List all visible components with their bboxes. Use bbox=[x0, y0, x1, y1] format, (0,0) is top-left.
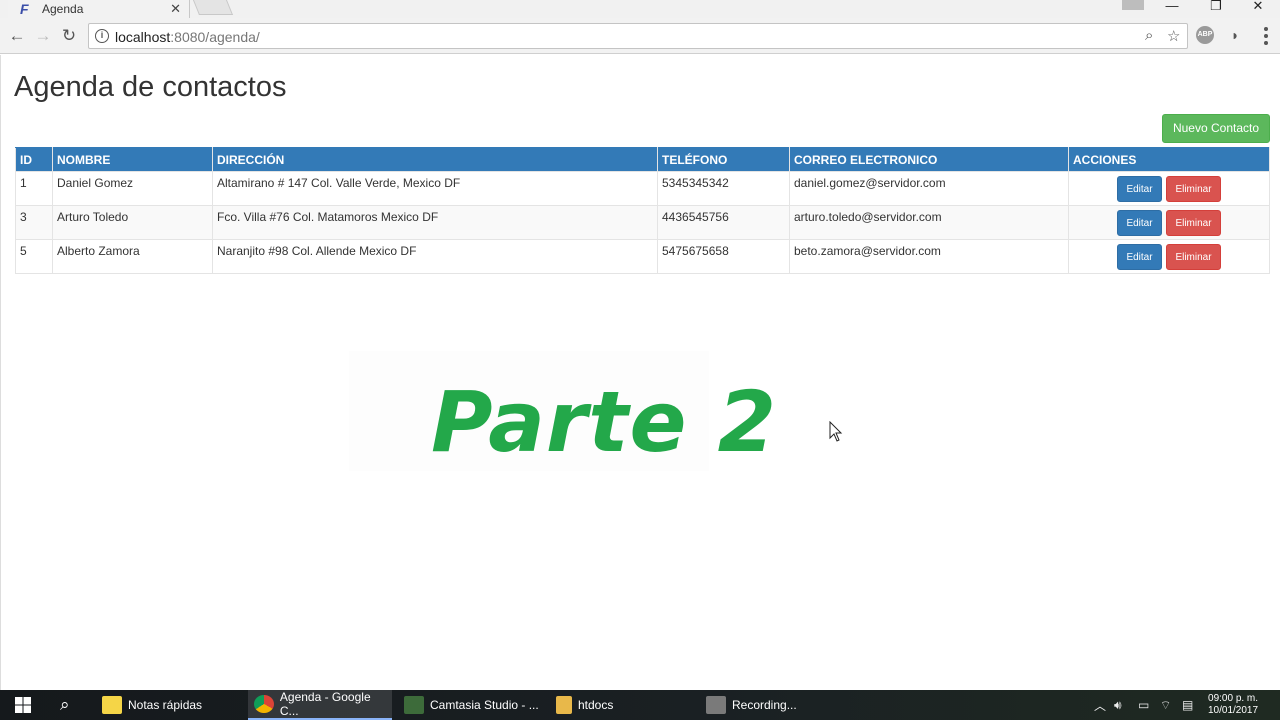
cast-extension-icon[interactable]: ◗ bbox=[1224, 24, 1246, 46]
cell-correo: daniel.gomez@servidor.com bbox=[789, 171, 1069, 206]
tab-favicon-icon: F bbox=[20, 1, 29, 17]
browser-tab[interactable]: F Agenda ✕ bbox=[8, 0, 190, 18]
taskbar: ⌕ Notas rápidas Agenda - Google C... Cam… bbox=[0, 690, 1280, 720]
windows-logo-icon bbox=[15, 697, 31, 713]
cell-correo: beto.zamora@servidor.com bbox=[789, 239, 1069, 274]
chrome-icon bbox=[254, 695, 274, 713]
url-text[interactable]: localhost:8080/agenda/ bbox=[115, 29, 260, 45]
cell-nombre: Daniel Gomez bbox=[52, 171, 213, 206]
folder-icon bbox=[556, 696, 572, 714]
page-content: Agenda de contactos Nuevo Contacto ID NO… bbox=[0, 55, 1280, 690]
cell-id: 5 bbox=[15, 239, 53, 274]
header-correo: CORREO ELECTRONICO bbox=[789, 147, 1069, 172]
tab-close-icon[interactable]: ✕ bbox=[170, 1, 181, 17]
minimize-icon[interactable]: — bbox=[1152, 0, 1192, 18]
header-direccion: DIRECCIÓN bbox=[212, 147, 658, 172]
header-telefono: TELÉFONO bbox=[657, 147, 790, 172]
zoom-icon[interactable]: ⌕ bbox=[1145, 27, 1153, 44]
cell-direccion: Altamirano # 147 Col. Valle Verde, Mexic… bbox=[212, 171, 658, 206]
cell-direccion: Fco. Villa #76 Col. Matamoros Mexico DF bbox=[212, 205, 658, 240]
profile-icon[interactable] bbox=[1122, 0, 1144, 10]
header-id: ID bbox=[15, 147, 53, 172]
adblock-extension-icon[interactable]: ABP bbox=[1196, 26, 1214, 44]
new-tab-button[interactable] bbox=[192, 0, 234, 15]
restore-icon[interactable]: ❐ bbox=[1196, 0, 1236, 18]
tab-title: Agenda bbox=[42, 2, 84, 16]
forward-icon[interactable]: → bbox=[32, 25, 54, 47]
cell-correo: arturo.toledo@servidor.com bbox=[789, 205, 1069, 240]
delete-button[interactable]: Eliminar bbox=[1166, 175, 1221, 202]
search-icon[interactable]: ⌕ bbox=[60, 690, 70, 720]
page-title: Agenda de contactos bbox=[14, 71, 287, 103]
table-header-row: ID NOMBRE DIRECCIÓN TELÉFONO CORREO ELEC… bbox=[15, 147, 1270, 172]
cell-id: 3 bbox=[15, 205, 53, 240]
battery-icon[interactable]: ▭ bbox=[1138, 690, 1149, 720]
cell-telefono: 4436545756 bbox=[657, 205, 790, 240]
cell-direccion: Naranjito #98 Col. Allende Mexico DF bbox=[212, 239, 658, 274]
delete-button[interactable]: Eliminar bbox=[1166, 243, 1221, 270]
start-button[interactable] bbox=[14, 690, 32, 720]
address-bar[interactable]: i localhost:8080/agenda/ ⌕ ☆ bbox=[88, 23, 1188, 49]
reload-icon[interactable]: ↻ bbox=[58, 25, 80, 47]
taskbar-item-camtasia[interactable]: Camtasia Studio - ... bbox=[404, 690, 539, 720]
system-clock[interactable]: 09:00 p. m. 10/01/2017 bbox=[1208, 693, 1258, 717]
cell-acciones: Editar Eliminar bbox=[1068, 171, 1270, 206]
cell-acciones: Editar Eliminar bbox=[1068, 239, 1270, 274]
header-nombre: NOMBRE bbox=[52, 147, 213, 172]
notifications-icon[interactable]: ▤ bbox=[1182, 690, 1193, 720]
cell-acciones: Editar Eliminar bbox=[1068, 205, 1270, 240]
taskbar-item-htdocs[interactable]: htdocs bbox=[556, 690, 613, 720]
site-info-icon[interactable]: i bbox=[95, 29, 109, 43]
contacts-table: ID NOMBRE DIRECCIÓN TELÉFONO CORREO ELEC… bbox=[15, 147, 1270, 274]
taskbar-item-notas[interactable]: Notas rápidas bbox=[102, 690, 202, 720]
new-contact-button[interactable]: Nuevo Contacto bbox=[1162, 114, 1270, 143]
sticky-notes-icon bbox=[102, 696, 122, 714]
recorder-icon bbox=[706, 696, 726, 714]
table-row: 5 Alberto Zamora Naranjito #98 Col. Alle… bbox=[15, 239, 1270, 274]
wifi-icon[interactable]: ⌔ bbox=[1160, 690, 1171, 720]
taskbar-item-recording[interactable]: Recording... bbox=[706, 690, 797, 720]
browser-toolbar: ← → ↻ i localhost:8080/agenda/ ⌕ ☆ ABP ◗ bbox=[0, 18, 1280, 54]
bookmark-star-icon[interactable]: ☆ bbox=[1167, 27, 1180, 45]
edit-button[interactable]: Editar bbox=[1117, 209, 1162, 236]
tab-strip: F Agenda ✕ — ❐ ✕ bbox=[0, 0, 1280, 18]
taskbar-item-chrome[interactable]: Agenda - Google C... bbox=[248, 690, 392, 720]
table-row: 1 Daniel Gomez Altamirano # 147 Col. Val… bbox=[15, 171, 1270, 206]
cell-telefono: 5475675658 bbox=[657, 239, 790, 274]
edit-button[interactable]: Editar bbox=[1117, 175, 1162, 202]
cell-nombre: Alberto Zamora bbox=[52, 239, 213, 274]
cell-nombre: Arturo Toledo bbox=[52, 205, 213, 240]
camtasia-icon bbox=[404, 696, 424, 714]
volume-icon[interactable]: 🔊︎ bbox=[1114, 690, 1122, 720]
tray-chevron-icon[interactable]: ︿ bbox=[1094, 690, 1106, 720]
delete-button[interactable]: Eliminar bbox=[1166, 209, 1221, 236]
table-row: 3 Arturo Toledo Fco. Villa #76 Col. Mata… bbox=[15, 205, 1270, 240]
window-close-icon[interactable]: ✕ bbox=[1238, 0, 1278, 18]
edit-button[interactable]: Editar bbox=[1117, 243, 1162, 270]
back-icon[interactable]: ← bbox=[6, 25, 28, 47]
menu-icon[interactable] bbox=[1264, 27, 1268, 48]
overlay-title: Parte 2 bbox=[431, 373, 778, 471]
cell-id: 1 bbox=[15, 171, 53, 206]
header-acciones: ACCIONES bbox=[1068, 147, 1270, 172]
cell-telefono: 5345345342 bbox=[657, 171, 790, 206]
mouse-cursor-icon bbox=[829, 421, 843, 442]
